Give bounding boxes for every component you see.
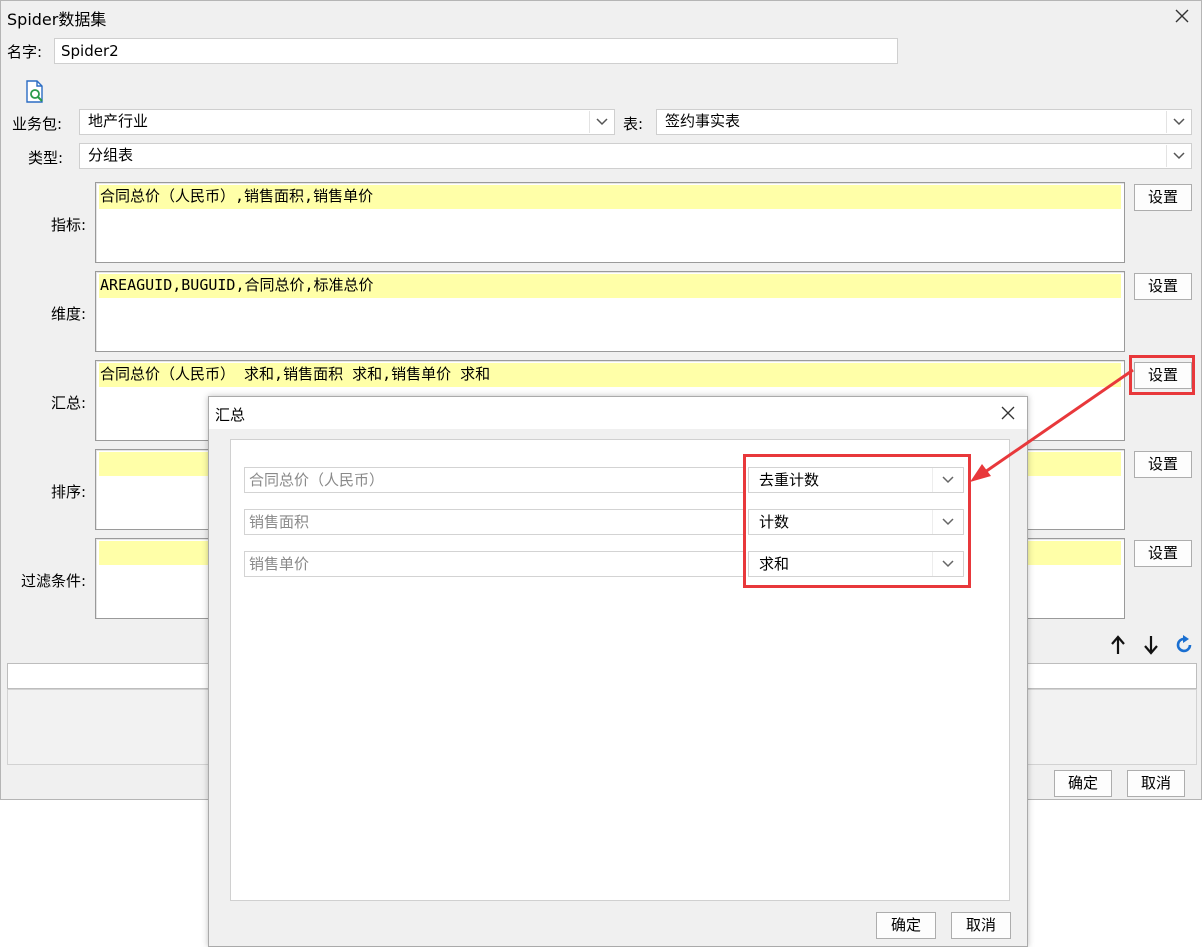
annotation-arrow [970, 368, 1134, 482]
